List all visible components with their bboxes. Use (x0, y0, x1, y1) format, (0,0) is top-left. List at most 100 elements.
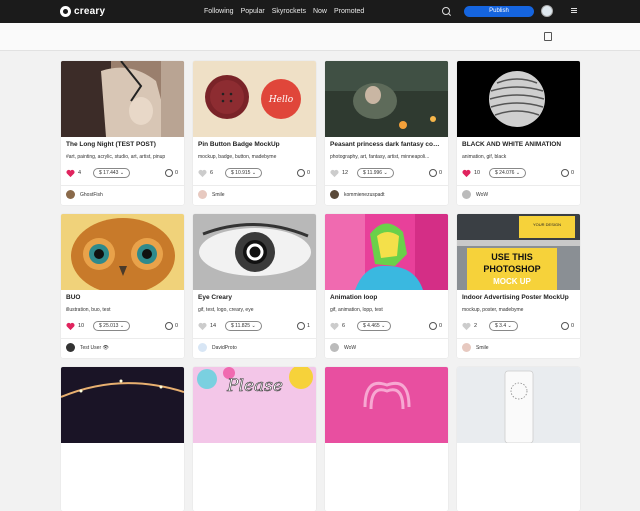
post-card[interactable]: BLACK AND WHITE ANIMATION animation, gif… (457, 61, 580, 205)
post-thumbnail[interactable]: Please (193, 367, 316, 443)
heart-icon[interactable] (66, 322, 75, 331)
heart-icon[interactable] (66, 169, 75, 178)
post-thumbnail[interactable] (193, 214, 316, 290)
post-card[interactable]: Animation loop gif, animation, lopp, tes… (325, 214, 448, 358)
author-name[interactable]: Test User 👁 (80, 345, 109, 351)
post-tags[interactable]: gif, test, logo, creary, eye (198, 307, 311, 313)
post-thumbnail[interactable] (457, 367, 580, 443)
price-badge[interactable]: $ 25.013 ⌄ (93, 321, 131, 331)
author-avatar[interactable] (66, 343, 75, 352)
post-title[interactable]: Peasant princess dark fantasy conc... (330, 141, 443, 148)
post-tags[interactable]: #art, painting, acrylic, studio, art, ar… (66, 154, 179, 160)
author-avatar[interactable] (66, 190, 75, 199)
comment-icon[interactable] (429, 169, 437, 177)
hamburger-menu-icon[interactable] (571, 8, 577, 9)
price-badge[interactable]: $ 4.465 ⌄ (357, 321, 392, 331)
post-tags[interactable]: mockup, badge, button, madebyme (198, 154, 311, 160)
post-title[interactable]: Pin Button Badge MockUp (198, 141, 311, 148)
post-card[interactable]: Eye Creary gif, test, logo, creary, eye … (193, 214, 316, 358)
post-thumbnail[interactable] (61, 367, 184, 443)
likes-count: 2 (474, 323, 478, 329)
comment-icon[interactable] (297, 169, 305, 177)
post-thumbnail[interactable] (457, 61, 580, 137)
comment-icon[interactable] (165, 322, 173, 330)
post-thumbnail[interactable]: Hello (193, 61, 316, 137)
nav-promoted[interactable]: Promoted (334, 8, 364, 15)
heart-icon[interactable] (198, 322, 207, 331)
post-title[interactable]: Animation loop (330, 294, 443, 301)
nav-skyrockets[interactable]: Skyrockets (272, 8, 306, 15)
logo[interactable]: creary (60, 5, 105, 18)
comments-count: 1 (307, 323, 311, 329)
comment-icon[interactable] (165, 169, 173, 177)
post-card[interactable] (325, 367, 448, 511)
divider (457, 338, 580, 339)
post-thumbnail[interactable] (61, 61, 184, 137)
comments-count: 0 (307, 170, 311, 176)
author-name[interactable]: GhostFish (80, 192, 103, 198)
likes-count: 10 (474, 170, 481, 176)
post-tags[interactable]: gif, animation, lopp, test (330, 307, 443, 313)
author-avatar[interactable] (330, 343, 339, 352)
post-title[interactable]: The Long Night (TEST POST) (66, 141, 179, 148)
comment-icon[interactable] (561, 169, 569, 177)
author-name[interactable]: Smile (212, 192, 225, 198)
price-badge[interactable]: $ 17.443 ⌄ (93, 168, 131, 178)
post-thumbnail[interactable] (325, 367, 448, 443)
author-name[interactable]: WoW (344, 345, 356, 351)
post-tags[interactable]: photography, art, fantasy, artist, minne… (330, 154, 443, 160)
likes-count: 6 (210, 170, 214, 176)
divider (61, 338, 184, 339)
post-card[interactable]: Peasant princess dark fantasy conc... ph… (325, 61, 448, 205)
heart-icon[interactable] (330, 169, 339, 178)
author-avatar[interactable] (330, 190, 339, 199)
author-name[interactable]: WoW (476, 192, 488, 198)
nav-now[interactable]: Now (313, 8, 327, 15)
author-avatar[interactable] (462, 343, 471, 352)
post-card[interactable]: Please (193, 367, 316, 511)
view-mode-icon[interactable] (544, 32, 552, 41)
price-badge[interactable]: $ 10.915 ⌄ (225, 168, 263, 178)
publish-button[interactable]: Publish (464, 6, 534, 17)
post-title[interactable]: Eye Creary (198, 294, 311, 301)
heart-icon[interactable] (198, 169, 207, 178)
author-avatar[interactable] (198, 343, 207, 352)
price-badge[interactable]: $ 3.4 ⌄ (489, 321, 518, 331)
author-name[interactable]: Smile (476, 345, 489, 351)
post-card[interactable]: The Long Night (TEST POST) #art, paintin… (61, 61, 184, 205)
post-tags[interactable]: illustration, buo, test (66, 307, 179, 313)
nav-following[interactable]: Following (204, 8, 234, 15)
heart-icon[interactable] (462, 322, 471, 331)
post-card[interactable]: YOUR DESIGN USE THIS PHOTOSHOP MOCK UP I… (457, 214, 580, 358)
author-name[interactable]: kommienezuspadt (344, 192, 385, 198)
comment-icon[interactable] (297, 322, 305, 330)
post-title[interactable]: BUO (66, 294, 179, 301)
price-badge[interactable]: $ 11.996 ⌄ (357, 168, 394, 178)
heart-icon[interactable] (330, 322, 339, 331)
post-card[interactable]: BUO illustration, buo, test 10 $ 25.013 … (61, 214, 184, 358)
price-badge[interactable]: $ 24.076 ⌄ (489, 168, 527, 178)
author-avatar[interactable] (462, 190, 471, 199)
post-card[interactable]: Hello Pin Button Badge MockUp mockup, ba… (193, 61, 316, 205)
post-thumbnail[interactable] (325, 61, 448, 137)
post-title[interactable]: BLACK AND WHITE ANIMATION (462, 141, 575, 148)
user-avatar[interactable] (541, 5, 553, 17)
comments-count: 0 (571, 323, 575, 329)
divider (193, 185, 316, 186)
author-name[interactable]: DavidProto (212, 345, 237, 351)
nav-popular[interactable]: Popular (241, 8, 265, 15)
heart-icon[interactable] (462, 169, 471, 178)
post-thumbnail[interactable]: YOUR DESIGN USE THIS PHOTOSHOP MOCK UP (457, 214, 580, 290)
post-thumbnail[interactable] (325, 214, 448, 290)
post-tags[interactable]: animation, gif, black (462, 154, 575, 160)
post-tags[interactable]: mockup, poster, madebyme (462, 307, 575, 313)
comment-icon[interactable] (429, 322, 437, 330)
post-title[interactable]: Indoor Advertising Poster MockUp (462, 294, 575, 301)
post-thumbnail[interactable] (61, 214, 184, 290)
post-card[interactable] (457, 367, 580, 511)
post-card[interactable] (61, 367, 184, 511)
price-badge[interactable]: $ 11.825 ⌄ (225, 321, 262, 331)
search-icon[interactable] (442, 7, 450, 15)
author-avatar[interactable] (198, 190, 207, 199)
comment-icon[interactable] (561, 322, 569, 330)
